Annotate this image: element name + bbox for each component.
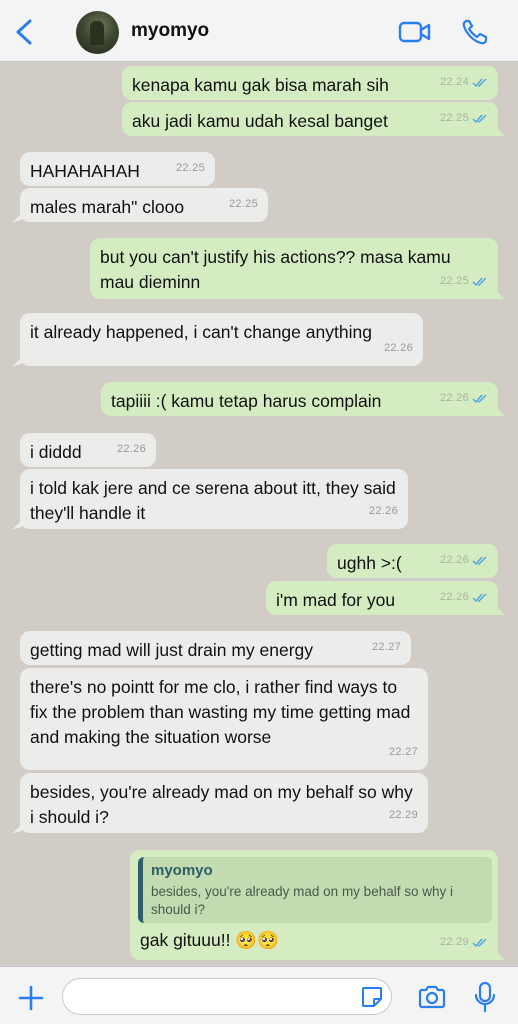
- chat-header: myomyo: [0, 0, 518, 62]
- message-text: getting mad will just drain my energy: [30, 640, 314, 660]
- read-receipt-icon: [472, 938, 487, 947]
- sticker-icon[interactable]: [360, 985, 384, 1009]
- message-text: there's no pointt for me clo, i rather f…: [30, 677, 411, 747]
- message-meta: 22.25: [440, 269, 488, 294]
- message-text: males marah" clooo: [30, 197, 185, 217]
- message-text: kenapa kamu gak bisa marah sih: [132, 75, 389, 95]
- message-time: 22.26: [383, 342, 413, 354]
- outgoing-message[interactable]: but you can't justify his actions?? masa…: [90, 238, 498, 299]
- message-text: i told kak jere and ce serena about itt,…: [30, 478, 396, 523]
- message-time: 22.24: [439, 76, 469, 88]
- read-receipt-icon: [472, 593, 487, 602]
- message-text: besides, you're already mad on my behalf…: [30, 782, 413, 827]
- message-time: 22.27: [371, 641, 401, 653]
- incoming-message[interactable]: it already happened, i can't change anyt…: [20, 313, 423, 366]
- incoming-message[interactable]: there's no pointt for me clo, i rather f…: [20, 668, 428, 770]
- outgoing-message[interactable]: kenapa kamu gak bisa marah sih 22.24: [122, 66, 498, 100]
- incoming-message[interactable]: males marah" clooo 22.25: [20, 188, 268, 222]
- message-text: but you can't justify his actions?? masa…: [100, 247, 451, 292]
- incoming-message[interactable]: i diddd 22.26: [20, 433, 156, 467]
- message-meta: 22.26: [369, 499, 398, 524]
- message-time: 22.29: [388, 809, 418, 821]
- message-time: 22.27: [388, 746, 418, 758]
- message-text: gak gituuu!! 🥺🥺: [140, 930, 279, 950]
- message-time: 22.25: [228, 198, 258, 210]
- message-time: 22.25: [175, 162, 205, 174]
- outgoing-message[interactable]: aku jadi kamu udah kesal banget 22.25: [122, 102, 498, 136]
- microphone-icon[interactable]: [474, 981, 496, 1013]
- message-time: 22.25: [439, 275, 469, 287]
- message-meta: 22.27: [372, 635, 401, 660]
- outgoing-message[interactable]: tapiiii :( kamu tetap harus complain 22.2…: [101, 382, 498, 416]
- incoming-message[interactable]: HAHAHAHAH 22.25: [20, 152, 215, 186]
- message-meta: 22.25: [440, 106, 488, 131]
- outgoing-message[interactable]: i'm mad for you 22.26: [266, 581, 498, 615]
- message-meta: 22.25: [176, 156, 205, 181]
- composer-bar: [0, 966, 518, 1024]
- message-meta: 22.26: [440, 386, 488, 411]
- contact-name[interactable]: myomyo: [131, 20, 209, 42]
- message-meta: 22.27: [389, 740, 418, 765]
- read-receipt-icon: [472, 556, 487, 565]
- message-meta: 22.26: [117, 437, 146, 462]
- message-time: 22.25: [439, 112, 469, 124]
- outgoing-message[interactable]: myomyo besides, you're already mad on my …: [130, 850, 498, 960]
- message-text: aku jadi kamu udah kesal banget: [132, 111, 388, 131]
- quoted-message[interactable]: myomyo besides, you're already mad on my …: [138, 857, 492, 923]
- message-text: it already happened, i can't change anyt…: [30, 322, 372, 342]
- message-meta: 22.26: [440, 585, 488, 610]
- message-time: 22.29: [439, 936, 469, 948]
- message-meta: 22.29: [440, 930, 488, 955]
- incoming-message[interactable]: besides, you're already mad on my behalf…: [20, 773, 428, 833]
- message-time: 22.26: [439, 392, 469, 404]
- message-meta: 22.29: [389, 803, 418, 828]
- message-text: tapiiii :( kamu tetap harus complain: [111, 391, 382, 411]
- incoming-message[interactable]: i told kak jere and ce serena about itt,…: [20, 469, 408, 529]
- camera-icon[interactable]: [417, 984, 447, 1010]
- message-time: 22.26: [439, 554, 469, 566]
- phone-icon[interactable]: [461, 18, 489, 46]
- message-meta: 22.26: [440, 548, 488, 573]
- read-receipt-icon: [472, 114, 487, 123]
- quoted-text: besides, you're already mad on my behalf…: [151, 884, 453, 917]
- message-time: 22.26: [439, 591, 469, 603]
- incoming-message[interactable]: getting mad will just drain my energy 22.…: [20, 631, 411, 665]
- message-time: 22.26: [116, 443, 146, 455]
- quoted-author: myomyo: [151, 862, 213, 879]
- message-time: 22.26: [368, 505, 398, 517]
- message-meta: 22.24: [440, 70, 488, 95]
- read-receipt-icon: [472, 394, 487, 403]
- plus-icon[interactable]: [17, 984, 45, 1012]
- message-meta: 22.26: [384, 336, 413, 361]
- avatar[interactable]: [76, 11, 119, 54]
- video-call-icon[interactable]: [398, 20, 432, 44]
- read-receipt-icon: [472, 277, 487, 286]
- read-receipt-icon: [472, 78, 487, 87]
- message-input[interactable]: [62, 978, 392, 1015]
- chevron-left-icon[interactable]: [12, 18, 36, 46]
- message-meta: 22.25: [229, 192, 258, 217]
- outgoing-message[interactable]: ughh >:(22.26: [327, 544, 498, 578]
